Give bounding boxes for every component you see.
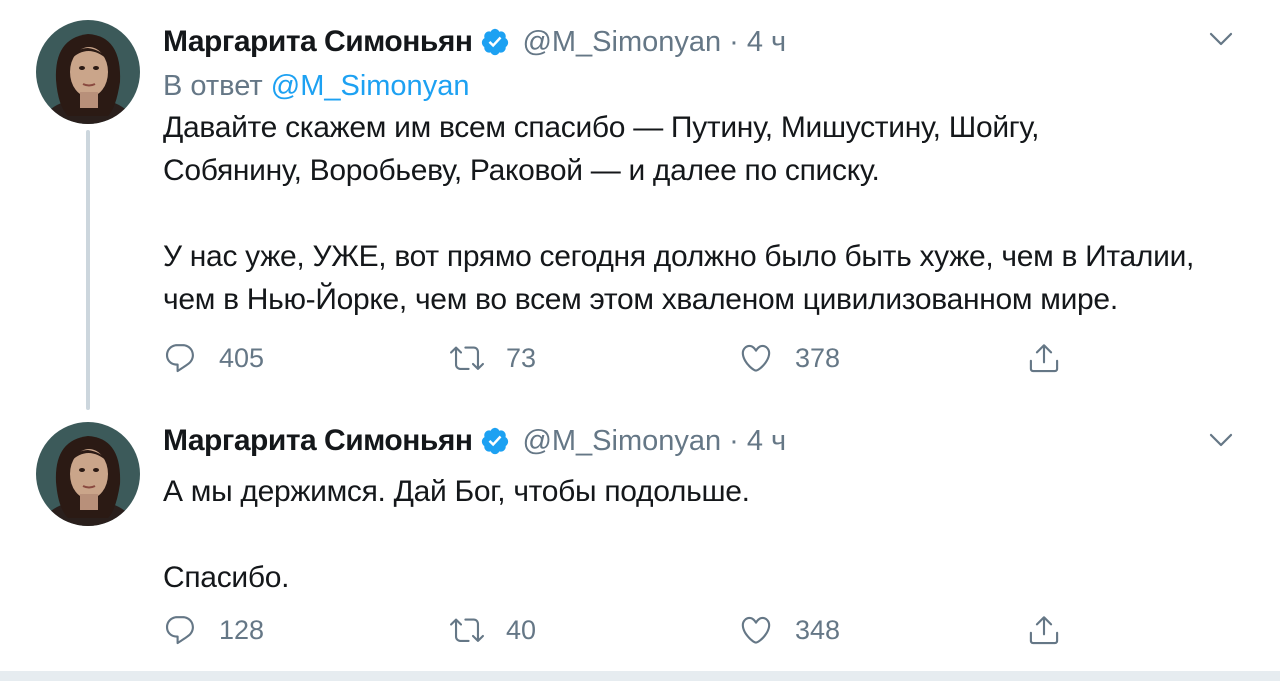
share-button[interactable] xyxy=(1027,610,1061,650)
tweet-header: Маргарита Симоньян @M_Simonyan · 4 ч xyxy=(163,419,786,463)
share-button[interactable] xyxy=(1027,338,1061,378)
chevron-down-icon[interactable] xyxy=(1206,24,1236,54)
tweet-actions: 128 40 348 xyxy=(163,610,1083,650)
tweet-text-line: У нас уже, УЖЕ, вот прямо сегодня должно… xyxy=(163,240,1195,273)
like-button[interactable]: 378 xyxy=(739,338,840,378)
tweet-text-line: Давайте скажем им всем спасибо — Путину,… xyxy=(163,111,1040,144)
timestamp[interactable]: 4 ч xyxy=(747,26,786,59)
reply-button[interactable]: 405 xyxy=(163,338,264,378)
handle[interactable]: @M_Simonyan xyxy=(522,425,721,458)
retweet-count: 73 xyxy=(506,342,537,373)
tweet-header: Маргарита Симоньян @M_Simonyan · 4 ч xyxy=(163,20,786,64)
tweet-actions: 405 73 378 xyxy=(163,338,1083,378)
like-count: 378 xyxy=(795,342,841,373)
tweet[interactable]: Маргарита Симоньян @M_Simonyan · 4 ч А м… xyxy=(0,405,1280,671)
retweet-button[interactable]: 40 xyxy=(450,610,536,650)
like-button[interactable]: 348 xyxy=(739,610,840,650)
share-icon xyxy=(1029,344,1059,373)
tweet-text: Давайте скажем им всем спасибо — Путину,… xyxy=(163,106,1263,321)
reply-prefix: В ответ xyxy=(163,70,263,102)
timeline-bottom-divider xyxy=(0,671,1280,681)
separator-dot: · xyxy=(729,25,739,58)
share-icon xyxy=(1029,616,1059,645)
avatar[interactable] xyxy=(36,422,140,526)
display-name[interactable]: Маргарита Симоньян xyxy=(163,424,473,458)
reply-icon xyxy=(165,616,194,645)
tweet-text-line: Собянину, Воробьеву, Раковой — и далее п… xyxy=(163,154,880,187)
timestamp[interactable]: 4 ч xyxy=(747,425,786,458)
chevron-down-icon[interactable] xyxy=(1206,425,1236,455)
avatar-image xyxy=(36,422,140,526)
retweet-count: 40 xyxy=(506,614,537,645)
separator-dot: · xyxy=(729,424,739,457)
heart-icon xyxy=(741,616,771,644)
handle[interactable]: @M_Simonyan xyxy=(522,26,721,59)
heart-icon xyxy=(741,344,771,372)
tweet-text-line: Спасибо. xyxy=(163,561,290,594)
retweet-icon xyxy=(450,618,484,642)
retweet-button[interactable]: 73 xyxy=(450,338,536,378)
reply-button[interactable]: 128 xyxy=(163,610,264,650)
thread-line xyxy=(86,130,90,410)
timeline: Маргарита Симоньян @M_Simonyan · 4 ч В о… xyxy=(0,0,1280,681)
verified-badge-icon xyxy=(480,27,510,57)
avatar[interactable] xyxy=(36,20,140,124)
like-count: 348 xyxy=(795,614,841,645)
tweet-text-line: чем в Нью-Йорке, чем во всем этом хвален… xyxy=(163,283,1118,316)
reply-count: 128 xyxy=(219,614,265,645)
reply-context: В ответ @M_Simonyan xyxy=(163,70,469,103)
tweet[interactable]: Маргарита Симоньян @M_Simonyan · 4 ч В о… xyxy=(0,0,1280,410)
reply-count: 405 xyxy=(219,342,265,373)
tweet-text: А мы держимся. Дай Бог, чтобы подольше. … xyxy=(163,470,1263,599)
reply-handle-link[interactable]: @M_Simonyan xyxy=(271,70,470,102)
tweet-text-line: А мы держимся. Дай Бог, чтобы подольше. xyxy=(163,475,750,508)
retweet-icon xyxy=(450,346,484,370)
display-name[interactable]: Маргарита Симоньян xyxy=(163,25,473,59)
reply-icon xyxy=(165,344,194,373)
verified-badge-icon xyxy=(480,426,510,456)
avatar-image xyxy=(36,20,140,124)
